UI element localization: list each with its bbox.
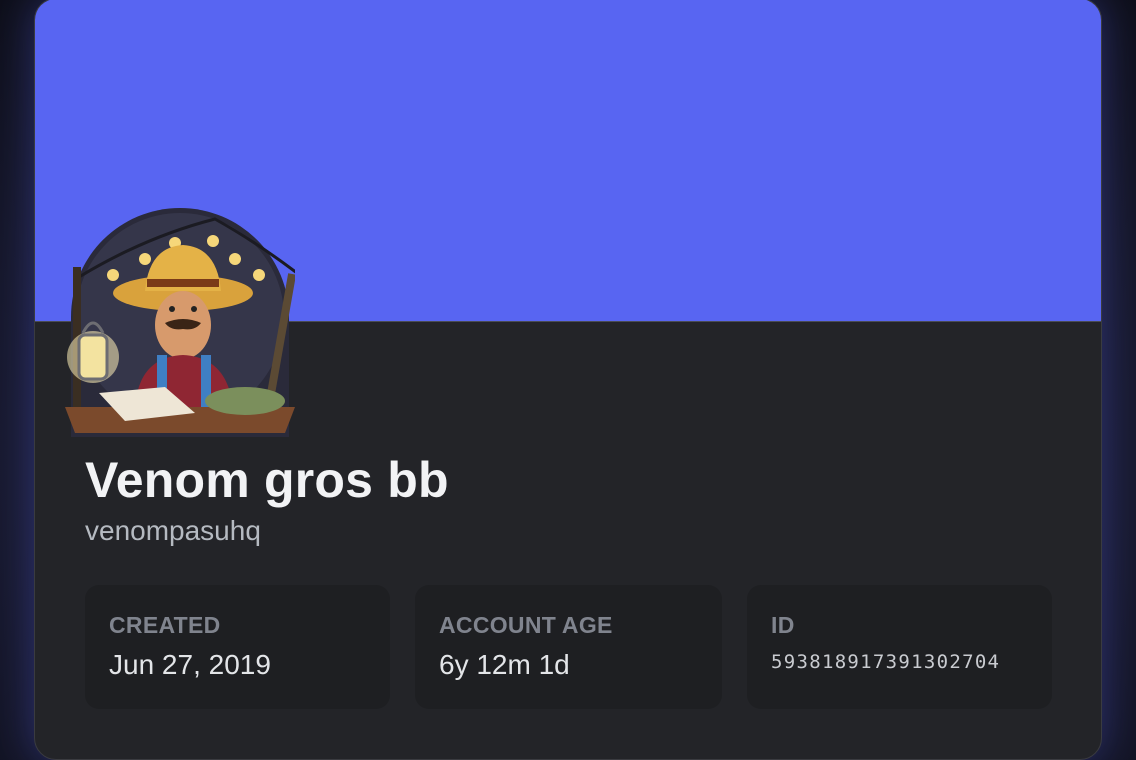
stat-label: CREATED — [109, 612, 221, 638]
avatar-farmer-icon — [65, 208, 295, 437]
avatar[interactable] — [65, 207, 295, 437]
stat-id[interactable]: ID 593818917391302704 — [747, 585, 1052, 709]
stat-value[interactable]: 593818917391302704 — [771, 651, 1000, 673]
display-name: Venom gros bb — [85, 452, 449, 508]
stat-value: Jun 27, 2019 — [109, 649, 271, 680]
stat-account-age: ACCOUNT AGE 6y 12m 1d — [415, 585, 722, 709]
stat-label: ID — [771, 612, 795, 638]
stat-label: ACCOUNT AGE — [439, 612, 613, 638]
username: venompasuhq — [85, 515, 261, 546]
profile-card: Venom gros bb venompasuhq CREATED Jun 27… — [34, 0, 1102, 760]
stat-created: CREATED Jun 27, 2019 — [85, 585, 390, 709]
stat-value: 6y 12m 1d — [439, 649, 570, 680]
